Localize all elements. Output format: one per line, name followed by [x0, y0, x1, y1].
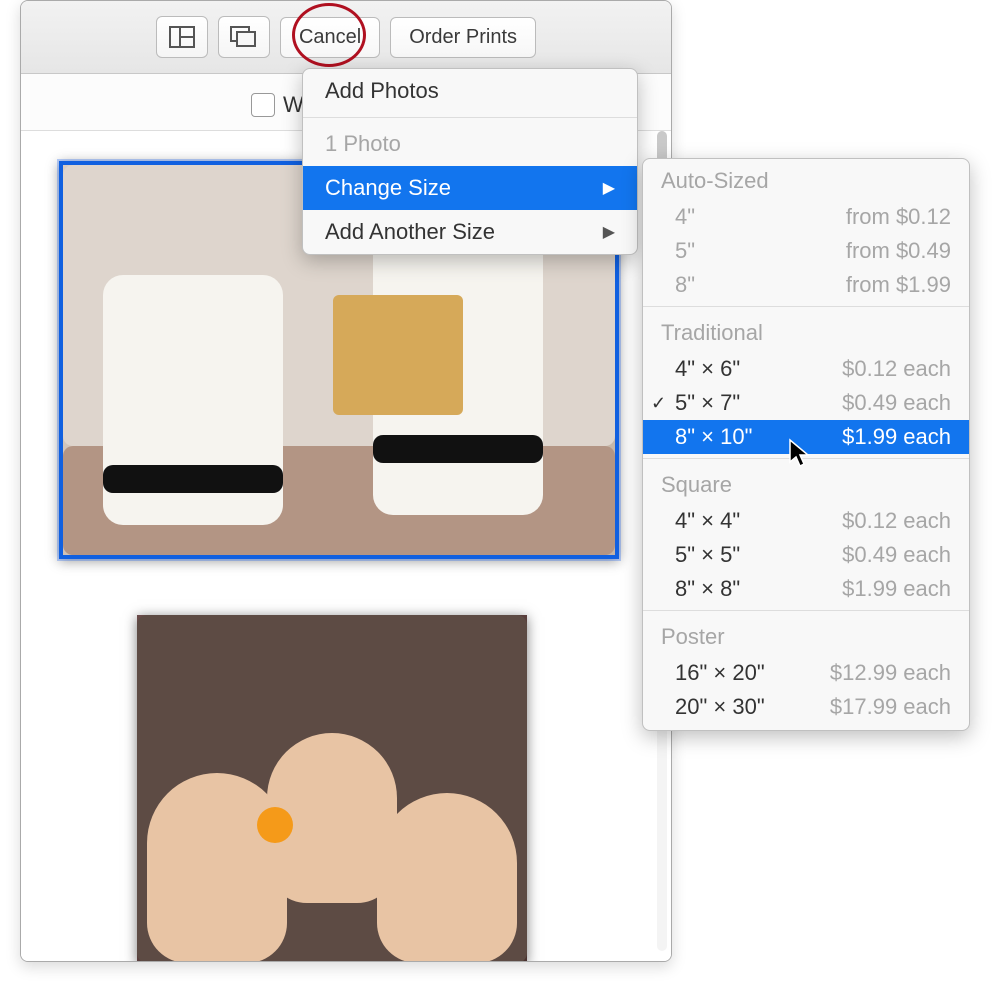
stack-icon — [229, 25, 259, 49]
size-option-5x5[interactable]: 5" × 5" $0.49 each — [643, 538, 969, 572]
size-label: 4" — [675, 204, 695, 230]
section-traditional: Traditional — [643, 311, 969, 352]
size-option-auto-8[interactable]: 8" from $1.99 — [643, 268, 969, 302]
menu-change-size[interactable]: Change Size ▶ — [303, 166, 637, 210]
size-option-auto-5[interactable]: 5" from $0.49 — [643, 234, 969, 268]
size-option-16x20[interactable]: 16" × 20" $12.99 each — [643, 656, 969, 690]
size-option-4x4[interactable]: 4" × 4" $0.12 each — [643, 504, 969, 538]
layout-icon-button[interactable] — [156, 16, 208, 58]
size-label: 5" × 5" — [675, 542, 740, 568]
menu-photo-count: 1 Photo — [303, 122, 637, 166]
menu-separator — [643, 306, 969, 307]
add-photos-menu: Add Photos 1 Photo Change Size ▶ Add Ano… — [302, 68, 638, 255]
price-label: $1.99 each — [842, 424, 951, 450]
submenu-arrow-icon: ▶ — [603, 178, 615, 198]
price-label: $0.49 each — [842, 542, 951, 568]
size-option-auto-4[interactable]: 4" from $0.12 — [643, 200, 969, 234]
menu-separator — [643, 458, 969, 459]
price-label: $0.49 each — [842, 390, 951, 416]
size-submenu: Auto-Sized 4" from $0.12 5" from $0.49 8… — [642, 158, 970, 731]
section-poster: Poster — [643, 615, 969, 656]
price-label: $0.12 each — [842, 508, 951, 534]
submenu-arrow-icon: ▶ — [603, 222, 615, 242]
menu-item-label: Add Another Size — [325, 219, 495, 245]
menu-separator — [303, 117, 637, 118]
price-label: $12.99 each — [830, 660, 951, 686]
size-label: 5" × 7" — [675, 390, 740, 416]
photos-stack-button[interactable] — [218, 16, 270, 58]
size-option-8x8[interactable]: 8" × 8" $1.99 each — [643, 572, 969, 606]
price-label: from $0.12 — [846, 204, 951, 230]
section-auto-sized: Auto-Sized — [643, 159, 969, 200]
price-label: $0.12 each — [842, 356, 951, 382]
size-label: 20" × 30" — [675, 694, 765, 720]
section-square: Square — [643, 463, 969, 504]
price-label: $17.99 each — [830, 694, 951, 720]
menu-separator — [643, 610, 969, 611]
size-option-4x6[interactable]: 4" × 6" $0.12 each — [643, 352, 969, 386]
size-label: 16" × 20" — [675, 660, 765, 686]
menu-add-another-size[interactable]: Add Another Size ▶ — [303, 210, 637, 254]
size-label: 8" × 8" — [675, 576, 740, 602]
size-label: 5" — [675, 238, 695, 264]
order-prints-button[interactable]: Order Prints — [390, 17, 536, 58]
photo-thumbnail-2[interactable] — [137, 615, 527, 962]
size-label: 8" × 10" — [675, 424, 752, 450]
checkmark-icon: ✓ — [651, 393, 666, 414]
menu-add-photos[interactable]: Add Photos — [303, 69, 637, 113]
size-label: 8" — [675, 272, 695, 298]
size-label: 4" × 4" — [675, 508, 740, 534]
white-border-checkbox[interactable] — [251, 93, 275, 117]
price-label: from $1.99 — [846, 272, 951, 298]
toolbar: Cancel Order Prints — [21, 1, 671, 74]
price-label: $1.99 each — [842, 576, 951, 602]
size-option-20x30[interactable]: 20" × 30" $17.99 each — [643, 690, 969, 730]
layout-icon — [169, 26, 195, 48]
price-label: from $0.49 — [846, 238, 951, 264]
cancel-button[interactable]: Cancel — [280, 17, 380, 58]
size-option-8x10[interactable]: 8" × 10" $1.99 each — [643, 420, 969, 454]
menu-item-label: 1 Photo — [325, 131, 401, 157]
size-label: 4" × 6" — [675, 356, 740, 382]
size-option-5x7[interactable]: ✓ 5" × 7" $0.49 each — [643, 386, 969, 420]
menu-item-label: Add Photos — [325, 78, 439, 104]
menu-item-label: Change Size — [325, 175, 451, 201]
